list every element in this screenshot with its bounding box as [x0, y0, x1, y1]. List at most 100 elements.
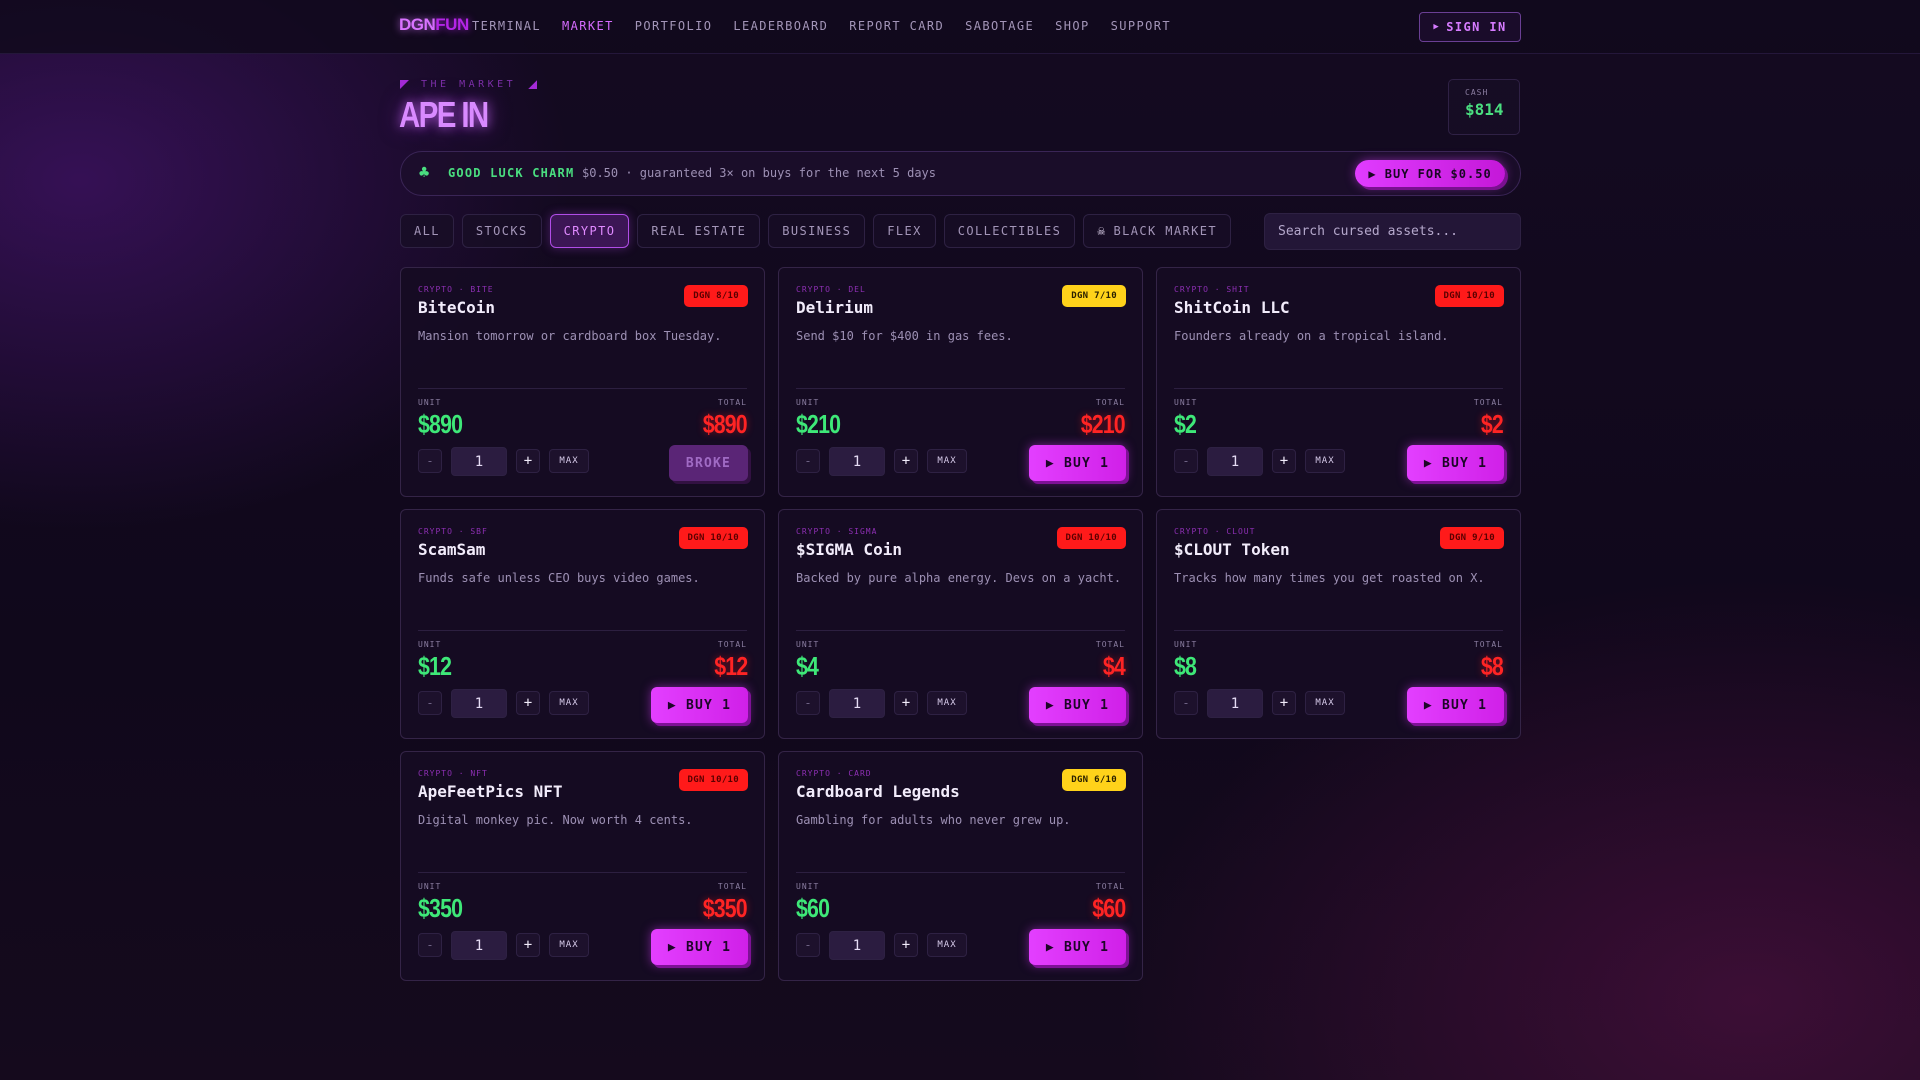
danger-badge: DGN 9/10	[1440, 527, 1504, 549]
max-button[interactable]: MAX	[549, 691, 589, 715]
total-label: TOTAL	[1095, 640, 1125, 649]
unit-price: $2	[1174, 409, 1197, 439]
broke-button[interactable]: BROKE	[669, 445, 748, 481]
divider	[418, 872, 747, 873]
decrement-button[interactable]: -	[418, 691, 442, 715]
unit-price: $350	[418, 893, 463, 923]
search-input[interactable]	[1264, 213, 1521, 250]
unit-label: UNIT	[1174, 398, 1198, 407]
asset-card: CRYPTO · DEL Delirium DGN 7/10 Send $10 …	[778, 267, 1143, 497]
quantity-field[interactable]: 1	[829, 689, 885, 718]
quantity-field[interactable]: 1	[451, 931, 507, 960]
asset-name: ScamSam	[418, 540, 486, 559]
decrement-button[interactable]: -	[418, 449, 442, 473]
increment-button[interactable]: +	[516, 933, 540, 957]
total-label: TOTAL	[1473, 640, 1503, 649]
max-button[interactable]: MAX	[927, 691, 967, 715]
quantity-field[interactable]: 1	[829, 447, 885, 476]
cash-value: $814	[1465, 100, 1504, 119]
danger-badge: DGN 7/10	[1062, 285, 1126, 307]
nav-item-market[interactable]: MARKET	[562, 19, 614, 33]
unit-label: UNIT	[796, 882, 820, 891]
quantity-field[interactable]: 1	[1207, 447, 1263, 476]
unit-price: $60	[796, 893, 830, 923]
nav-item-sabotage[interactable]: SABOTAGE	[965, 19, 1034, 33]
filter-all[interactable]: ALL	[400, 214, 454, 248]
nav-item-portfolio[interactable]: PORTFOLIO	[635, 19, 713, 33]
quantity-field[interactable]: 1	[1207, 689, 1263, 718]
category-filters: ALL STOCKS CRYPTO REAL ESTATE BUSINESS F…	[400, 214, 1231, 248]
asset-name: BiteCoin	[418, 298, 496, 317]
total-price: $2	[1480, 409, 1504, 439]
asset-card: CRYPTO · SIGMA $SIGMA Coin DGN 10/10 Bac…	[778, 509, 1143, 739]
filter-crypto[interactable]: CRYPTO	[549, 214, 630, 248]
increment-button[interactable]: +	[516, 449, 540, 473]
decrement-button[interactable]: -	[1174, 691, 1198, 715]
increment-button[interactable]: +	[516, 691, 540, 715]
filter-real-estate[interactable]: REAL ESTATE	[637, 214, 761, 248]
unit-label: UNIT	[796, 640, 820, 649]
sign-in-button[interactable]: ▶ SIGN IN	[1419, 12, 1521, 42]
increment-button[interactable]: +	[894, 933, 918, 957]
filter-stocks[interactable]: STOCKS	[461, 214, 542, 248]
decrement-button[interactable]: -	[418, 933, 442, 957]
increment-button[interactable]: +	[1272, 691, 1296, 715]
asset-card: CRYPTO · SHIT ShitCoin LLC DGN 10/10 Fou…	[1156, 267, 1521, 497]
buy-button[interactable]: ▶ BUY 1	[1029, 687, 1126, 723]
total-price: $890	[702, 409, 748, 439]
corner-flag-icon	[400, 80, 409, 89]
max-button[interactable]: MAX	[1305, 449, 1345, 473]
nav-item-support[interactable]: SUPPORT	[1111, 19, 1171, 33]
max-button[interactable]: MAX	[1305, 691, 1345, 715]
buy-button[interactable]: ▶ BUY 1	[651, 929, 748, 965]
filter-business[interactable]: BUSINESS	[768, 214, 866, 248]
buy-button[interactable]: ▶ BUY 1	[1407, 445, 1504, 481]
filter-collectibles[interactable]: COLLECTIBLES	[943, 214, 1076, 248]
filter-black-market[interactable]: ☠ BLACK MARKET	[1083, 214, 1231, 248]
quantity-field[interactable]: 1	[829, 931, 885, 960]
buy-button[interactable]: ▶ BUY 1	[1407, 687, 1504, 723]
buy-button[interactable]: ▶ BUY 1	[1029, 929, 1126, 965]
unit-label: UNIT	[418, 398, 442, 407]
asset-category: CRYPTO · NFT	[418, 769, 488, 778]
max-button[interactable]: MAX	[927, 933, 967, 957]
page-kicker: THE MARKET	[400, 79, 538, 90]
max-button[interactable]: MAX	[549, 449, 589, 473]
asset-name: Delirium	[796, 298, 874, 317]
buy-button[interactable]: ▶ BUY 1	[1029, 445, 1126, 481]
quantity-field[interactable]: 1	[451, 447, 507, 476]
total-price: $60	[1091, 893, 1126, 923]
nav-item-report-card[interactable]: REPORT CARD	[849, 19, 944, 33]
corner-flag-icon	[528, 80, 538, 89]
decrement-button[interactable]: -	[796, 691, 820, 715]
asset-category: CRYPTO · SBF	[418, 527, 488, 536]
total-label: TOTAL	[717, 398, 747, 407]
clover-icon: ♣	[419, 163, 430, 183]
nav-item-shop[interactable]: SHOP	[1055, 19, 1090, 33]
decrement-button[interactable]: -	[796, 933, 820, 957]
increment-button[interactable]: +	[894, 449, 918, 473]
max-button[interactable]: MAX	[549, 933, 589, 957]
asset-description: Tracks how many times you get roasted on…	[1174, 571, 1485, 585]
asset-name: Cardboard Legends	[796, 782, 960, 801]
quantity-field[interactable]: 1	[451, 689, 507, 718]
buy-button[interactable]: ▶ BUY 1	[651, 687, 748, 723]
asset-name: $SIGMA Coin	[796, 540, 902, 559]
unit-price: $8	[1174, 651, 1197, 681]
asset-description: Mansion tomorrow or cardboard box Tuesda…	[418, 329, 722, 343]
filter-flex[interactable]: FLEX	[873, 214, 936, 248]
logo[interactable]: DGNFUN	[399, 15, 469, 35]
kicker-text: THE MARKET	[421, 79, 517, 90]
cash-display: CASH $814	[1448, 79, 1520, 135]
nav-item-terminal[interactable]: TERMINAL	[472, 19, 541, 33]
buy-charm-button[interactable]: ▶ BUY FOR $0.50	[1355, 160, 1505, 187]
decrement-button[interactable]: -	[1174, 449, 1198, 473]
nav-item-leaderboard[interactable]: LEADERBOARD	[733, 19, 828, 33]
divider	[796, 872, 1125, 873]
decrement-button[interactable]: -	[796, 449, 820, 473]
max-button[interactable]: MAX	[927, 449, 967, 473]
increment-button[interactable]: +	[1272, 449, 1296, 473]
danger-badge: DGN 8/10	[684, 285, 748, 307]
asset-category: CRYPTO · DEL	[796, 285, 866, 294]
increment-button[interactable]: +	[894, 691, 918, 715]
